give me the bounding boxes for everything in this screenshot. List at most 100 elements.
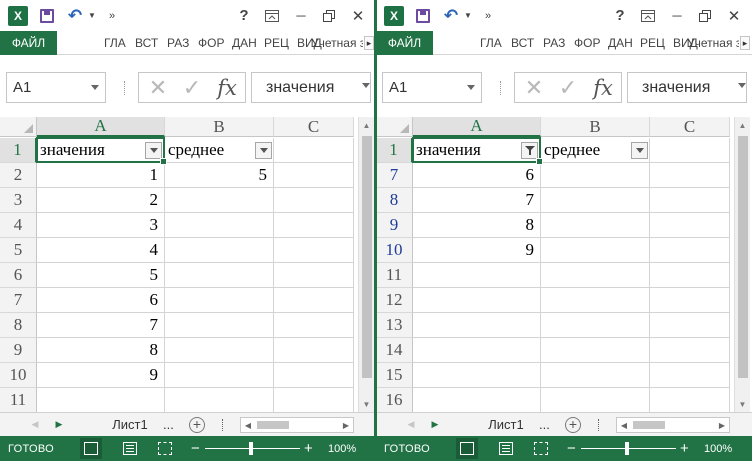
scroll-left-icon[interactable]: ◀	[617, 418, 631, 432]
cell-c[interactable]	[274, 238, 354, 263]
new-sheet-icon[interactable]: +	[189, 417, 205, 433]
column-header-b[interactable]: B	[165, 117, 274, 137]
cell-b[interactable]	[165, 313, 274, 338]
formula-input[interactable]: значения	[251, 72, 371, 103]
normal-view-icon[interactable]	[80, 438, 102, 459]
formula-input[interactable]: значения	[627, 72, 747, 103]
row-header[interactable]: 9	[0, 338, 37, 363]
cell-b[interactable]	[541, 263, 650, 288]
enter-icon[interactable]: ✓	[177, 73, 207, 102]
drag-handle[interactable]	[124, 81, 127, 95]
scroll-down-icon[interactable]: ▼	[735, 396, 750, 412]
ribbon-tab[interactable]: Учетная з	[311, 31, 363, 55]
undo-icon[interactable]: ↶	[64, 0, 86, 31]
cell-c[interactable]	[274, 163, 354, 188]
cell-a[interactable]: 7	[37, 313, 165, 338]
row-header[interactable]: 10	[0, 363, 37, 388]
zoom-level[interactable]: 100%	[328, 436, 356, 461]
row-header[interactable]: 14	[376, 338, 413, 363]
prev-sheet-icon[interactable]: ◀	[28, 413, 42, 436]
column-header-c[interactable]: C	[650, 117, 730, 137]
zoom-out-icon[interactable]: −	[191, 436, 200, 461]
page-layout-icon[interactable]	[123, 442, 137, 455]
cell-a[interactable]: 7	[413, 188, 541, 213]
sheet-tab-list1[interactable]: Лист1	[106, 413, 154, 436]
cell-a[interactable]	[413, 263, 541, 288]
vertical-scroll-thumb[interactable]	[362, 136, 372, 378]
cell-c[interactable]	[274, 288, 354, 313]
cell-a[interactable]	[413, 313, 541, 338]
row-header[interactable]: 6	[0, 263, 37, 288]
ribbon-tab[interactable]: РЕЦ	[640, 31, 665, 55]
cell-a[interactable]	[413, 363, 541, 388]
row-header[interactable]: 3	[0, 188, 37, 213]
filter-applied-icon[interactable]	[521, 142, 538, 159]
excel-app-icon[interactable]: X	[7, 0, 29, 31]
cell-b[interactable]	[165, 288, 274, 313]
enter-icon[interactable]: ✓	[553, 73, 583, 102]
cell-a[interactable]: 3	[37, 213, 165, 238]
name-box[interactable]: A1	[6, 72, 106, 103]
ribbon-tab[interactable]: ВСТ	[511, 31, 534, 55]
cell-b[interactable]	[541, 238, 650, 263]
cell-a[interactable]: 6	[37, 288, 165, 313]
minimize-button[interactable]: ─	[666, 0, 688, 31]
save-icon[interactable]	[412, 0, 434, 31]
cell-a[interactable]: 2	[37, 188, 165, 213]
sheet-tab-list1[interactable]: Лист1	[482, 413, 530, 436]
row-header[interactable]: 1	[0, 138, 37, 163]
filter-dropdown-icon[interactable]	[631, 142, 648, 159]
cell-a[interactable]: 1	[37, 163, 165, 188]
new-sheet-icon[interactable]: +	[565, 417, 581, 433]
insert-function-icon[interactable]: fx	[211, 73, 243, 102]
cell-c[interactable]	[274, 338, 354, 363]
vertical-scrollbar[interactable]: ▲ ▼	[358, 117, 374, 412]
tab-split-handle[interactable]	[598, 419, 601, 431]
row-header[interactable]: 2	[0, 163, 37, 188]
customize-quick-access-icon[interactable]: »	[480, 0, 496, 31]
zoom-slider-thumb[interactable]	[249, 442, 253, 455]
customize-quick-access-icon[interactable]: »	[104, 0, 120, 31]
row-header[interactable]: 11	[0, 388, 37, 412]
cell-b[interactable]	[165, 388, 274, 412]
cell-b[interactable]	[541, 363, 650, 388]
zoom-level[interactable]: 100%	[704, 436, 732, 461]
cell-a[interactable]: 9	[37, 363, 165, 388]
cell-a[interactable]	[413, 338, 541, 363]
scroll-right-icon[interactable]: ▶	[715, 418, 729, 432]
help-icon[interactable]: ?	[610, 0, 630, 31]
cell-c[interactable]	[650, 263, 730, 288]
close-button[interactable]: ✕	[346, 0, 370, 31]
row-header[interactable]: 10	[376, 238, 413, 263]
select-all-corner[interactable]	[376, 117, 413, 137]
normal-view-icon[interactable]	[456, 438, 478, 459]
worksheet-grid[interactable]: A B C 1 значения среднее 7 6 8 7 9 8 10 9 11 12 13 14 15 16	[376, 117, 734, 412]
page-layout-icon[interactable]	[499, 442, 513, 455]
restore-button[interactable]	[318, 0, 340, 31]
row-header[interactable]: 8	[376, 188, 413, 213]
cell-b[interactable]	[541, 163, 650, 188]
prev-sheet-icon[interactable]: ◀	[404, 413, 418, 436]
scroll-up-icon[interactable]: ▲	[735, 117, 750, 133]
cell-a[interactable]: 5	[37, 263, 165, 288]
undo-dropdown-icon[interactable]: ▼	[462, 0, 474, 31]
column-header-a[interactable]: A	[413, 117, 541, 137]
row-header[interactable]: 13	[376, 313, 413, 338]
row-header[interactable]: 16	[376, 388, 413, 412]
scroll-left-icon[interactable]: ◀	[241, 418, 255, 432]
cell-b[interactable]	[541, 388, 650, 412]
cell-a[interactable]: 9	[413, 238, 541, 263]
ribbon-tab[interactable]: ВСТ	[135, 31, 158, 55]
cell-a[interactable]: 8	[413, 213, 541, 238]
cell-b[interactable]	[165, 213, 274, 238]
drag-handle[interactable]	[500, 81, 503, 95]
cell-c[interactable]	[650, 238, 730, 263]
vertical-scroll-thumb[interactable]	[738, 136, 748, 378]
cell-c[interactable]	[650, 363, 730, 388]
name-box[interactable]: A1	[382, 72, 482, 103]
name-box-dropdown-icon[interactable]	[467, 85, 475, 90]
cell-c[interactable]	[274, 388, 354, 412]
cancel-icon[interactable]: ✕	[519, 73, 549, 102]
ribbon-scroll-right-icon[interactable]: ▸	[740, 36, 750, 50]
ribbon-display-icon[interactable]	[638, 0, 658, 31]
